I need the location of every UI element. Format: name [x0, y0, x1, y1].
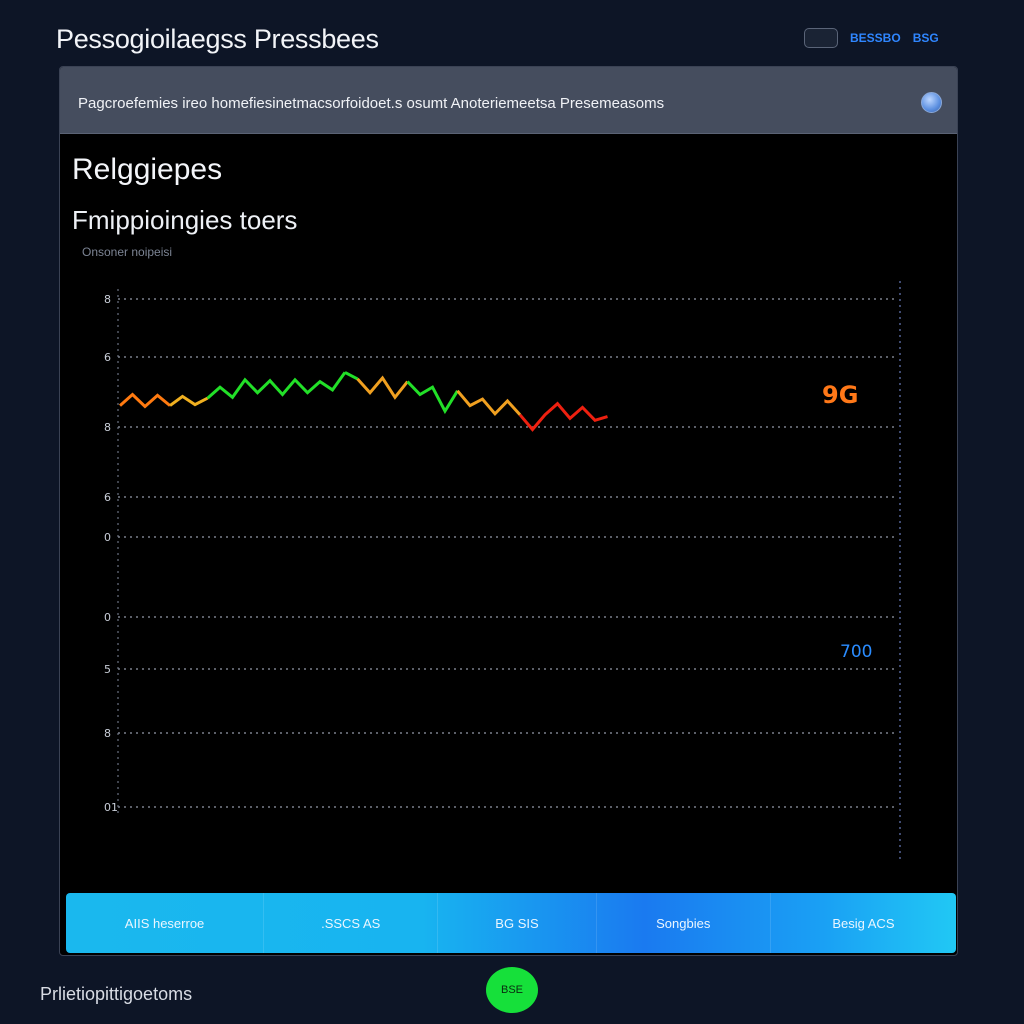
line-chart: 8 6 8 6 0 0 5 8 01 9G 700 — [104, 281, 901, 862]
chart-series-segment — [344, 371, 359, 381]
chart-series-segment — [119, 392, 171, 409]
tab-2[interactable]: .SSCS AS — [264, 893, 439, 953]
tab-3[interactable]: BG SIS — [438, 893, 597, 953]
chart-series-segment — [518, 401, 608, 432]
y-tick-label: 6 — [104, 491, 111, 504]
y-tick-label: 8 — [104, 421, 111, 434]
tab-bar: AIIS heserroe .SSCS AS BG SIS Songbies B… — [66, 893, 956, 953]
y-tick-label: 0 — [104, 531, 111, 544]
chart-annotation-orange: 9G — [822, 381, 858, 409]
y-tick-label: 01 — [104, 801, 118, 814]
footer-text: Prlietiopittigoetoms — [40, 984, 193, 1004]
top-link-2[interactable]: BSG — [913, 31, 939, 45]
y-tick-label: 8 — [104, 727, 111, 740]
y-tick-label: 0 — [104, 611, 111, 624]
chart-series — [119, 371, 608, 432]
tab-1[interactable]: AIIS heserroe — [66, 893, 265, 953]
chart-grid — [117, 281, 901, 862]
chart-series-segment — [356, 375, 409, 400]
app-title: Pessogioilaegss Pressbees — [56, 24, 379, 54]
y-tick-label: 5 — [104, 663, 111, 676]
y-tick-label: 8 — [104, 293, 111, 306]
tab-4[interactable]: Songbies — [597, 893, 771, 953]
chart-annotation-blue: 700 — [840, 642, 872, 662]
main-panel: Pagcroefemies ireo homefiesinetmacsorfoi… — [59, 66, 958, 956]
top-link-1[interactable]: BESSBO — [850, 31, 901, 45]
chart-series-segment — [406, 380, 459, 415]
chart-series-segment — [456, 389, 522, 417]
top-bar-controls: BESSBO BSG — [804, 28, 939, 48]
toggle-switch[interactable] — [804, 28, 838, 48]
y-tick-label: 6 — [104, 351, 111, 364]
green-action-button[interactable]: BSE — [486, 967, 538, 1013]
chart-series-segment — [206, 371, 347, 400]
tab-5[interactable]: Besig ACS — [771, 893, 956, 953]
chart-y-ticks: 8 6 8 6 0 0 5 8 01 — [104, 293, 118, 814]
chart-series-segment — [169, 394, 209, 407]
